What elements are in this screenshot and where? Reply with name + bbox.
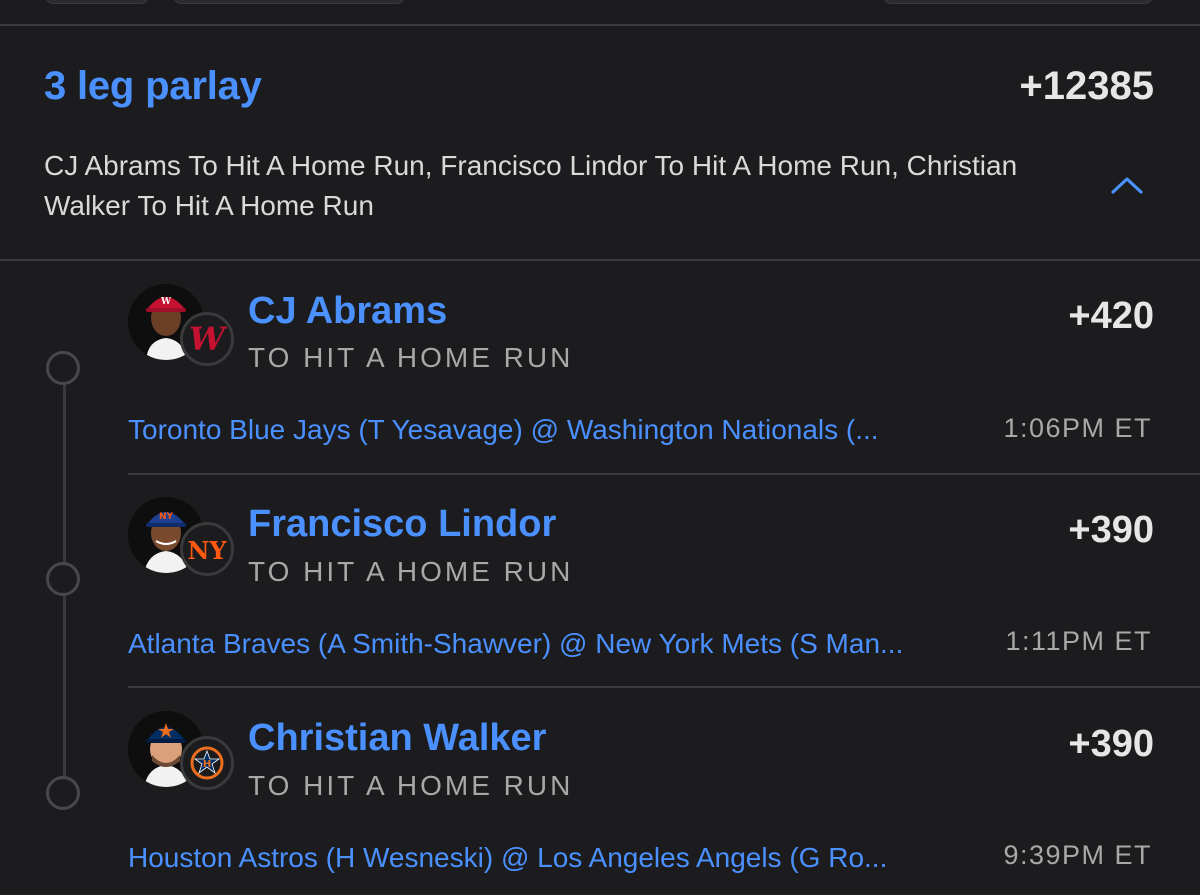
game-matchup-link[interactable]: Toronto Blue Jays (T Yesavage) @ Washing…: [128, 414, 988, 446]
leg-divider: [128, 686, 1200, 688]
collapse-legs-button[interactable]: [1106, 170, 1148, 200]
game-time: 1:11PM ET: [1005, 626, 1152, 656]
parlay-title: 3 leg parlay: [44, 64, 262, 108]
leg-odds: +420: [1068, 295, 1154, 337]
bet-market: TO HIT A HOME RUN: [248, 342, 574, 373]
svg-text:NY: NY: [187, 536, 227, 565]
timeline-dot: [46, 776, 80, 810]
bet-market: TO HIT A HOME RUN: [248, 556, 574, 587]
top-filter-chip-2[interactable]: [172, 0, 406, 4]
header-divider: [0, 24, 1200, 26]
chevron-up-icon: [1111, 177, 1143, 194]
parlay-bet-card: 3 leg parlay +12385 CJ Abrams To Hit A H…: [0, 0, 1200, 895]
svg-text:W: W: [189, 320, 227, 358]
timeline-dot: [46, 562, 80, 596]
top-filter-chip-3[interactable]: [882, 0, 1154, 4]
parlay-total-odds: +12385: [1019, 64, 1154, 108]
player-name[interactable]: CJ Abrams: [248, 290, 447, 333]
leg-odds: +390: [1068, 509, 1154, 551]
leg-divider: [128, 473, 1200, 475]
game-matchup-link[interactable]: Houston Astros (H Wesneski) @ Los Angele…: [128, 842, 988, 874]
player-name[interactable]: Francisco Lindor: [248, 503, 556, 546]
astros-logo-icon: H: [180, 736, 234, 790]
svg-text:H: H: [203, 759, 211, 770]
svg-text:W: W: [160, 297, 172, 307]
mets-logo-icon: NY: [180, 522, 234, 576]
summary-divider: [0, 259, 1200, 261]
game-time: 9:39PM ET: [1003, 840, 1152, 870]
svg-text:NY: NY: [159, 512, 174, 522]
game-matchup-link[interactable]: Atlanta Braves (A Smith-Shawver) @ New Y…: [128, 628, 988, 660]
top-filter-chip-1[interactable]: [44, 0, 150, 4]
nationals-logo-icon: W: [180, 312, 234, 366]
timeline-dot: [46, 351, 80, 385]
game-time: 1:06PM ET: [1003, 413, 1152, 443]
parlay-legs-summary: CJ Abrams To Hit A Home Run, Francisco L…: [44, 150, 1018, 221]
leg-odds: +390: [1068, 723, 1154, 765]
bet-market: TO HIT A HOME RUN: [248, 770, 574, 801]
player-name[interactable]: Christian Walker: [248, 717, 546, 760]
